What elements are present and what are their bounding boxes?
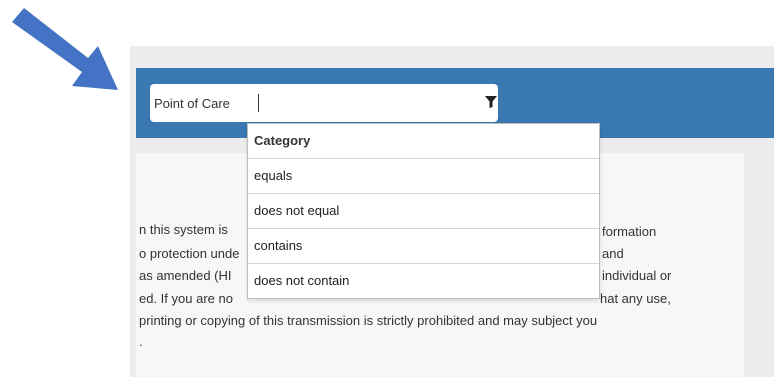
body-text-line: printing or copying of this transmission… — [139, 313, 598, 328]
body-text-line: and — [602, 246, 624, 261]
body-text-line: formation — [602, 224, 657, 239]
body-text-line: individual or — [602, 268, 672, 283]
body-text-line: hat any use, — [600, 291, 671, 306]
screenshot-stage: n this system is o protection unde as am… — [0, 0, 774, 377]
body-text-line: ed. If you are no — [139, 291, 233, 306]
filter-label: Point of Care — [154, 95, 230, 111]
dropdown-option-contains[interactable]: contains — [248, 229, 599, 264]
dropdown-option-does-not-contain[interactable]: does not contain — [248, 264, 599, 298]
body-text-line: n this system is — [139, 222, 228, 237]
dropdown-option-does-not-equal[interactable]: does not equal — [248, 194, 599, 229]
body-text-line: as amended (HI — [139, 268, 232, 283]
point-of-care-filter: Point of Care — [150, 84, 498, 122]
dropdown-option-equals[interactable]: equals — [248, 159, 599, 194]
dropdown-header: Category — [248, 124, 599, 159]
body-text-line: . — [139, 334, 143, 349]
filter-icon[interactable] — [485, 96, 497, 108]
arrow-right-down-icon — [12, 8, 118, 90]
text-cursor — [258, 94, 259, 112]
category-dropdown: Category equals does not equal contains … — [247, 123, 600, 299]
body-text-line: o protection unde — [139, 246, 240, 261]
filter-input[interactable] — [250, 84, 498, 122]
